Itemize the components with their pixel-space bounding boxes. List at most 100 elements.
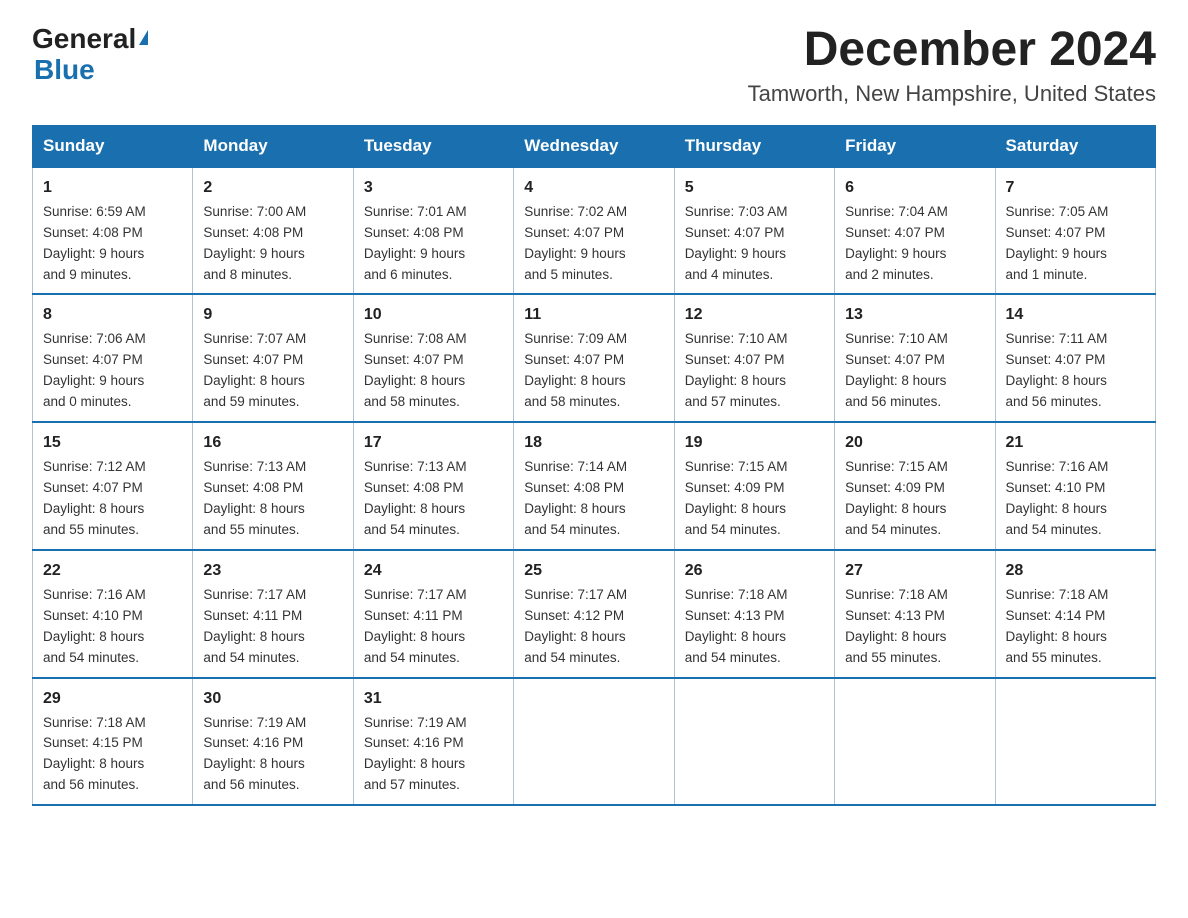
weekday-header-friday: Friday (835, 125, 995, 167)
day-info: Sunrise: 7:09 AMSunset: 4:07 PMDaylight:… (524, 329, 663, 413)
day-info: Sunrise: 7:16 AMSunset: 4:10 PMDaylight:… (43, 585, 182, 669)
day-info: Sunrise: 7:19 AMSunset: 4:16 PMDaylight:… (203, 713, 342, 797)
day-number: 25 (524, 559, 663, 583)
calendar-cell: 11Sunrise: 7:09 AMSunset: 4:07 PMDayligh… (514, 294, 674, 422)
day-info: Sunrise: 7:05 AMSunset: 4:07 PMDaylight:… (1006, 202, 1145, 286)
day-info: Sunrise: 7:10 AMSunset: 4:07 PMDaylight:… (845, 329, 984, 413)
location-subtitle: Tamworth, New Hampshire, United States (748, 81, 1156, 107)
day-number: 29 (43, 687, 182, 711)
day-info: Sunrise: 7:15 AMSunset: 4:09 PMDaylight:… (845, 457, 984, 541)
day-number: 11 (524, 303, 663, 327)
day-number: 31 (364, 687, 503, 711)
weekday-header-row: SundayMondayTuesdayWednesdayThursdayFrid… (33, 125, 1156, 167)
day-number: 1 (43, 176, 182, 200)
day-number: 20 (845, 431, 984, 455)
day-info: Sunrise: 7:17 AMSunset: 4:11 PMDaylight:… (203, 585, 342, 669)
calendar-cell: 10Sunrise: 7:08 AMSunset: 4:07 PMDayligh… (353, 294, 513, 422)
calendar-cell: 21Sunrise: 7:16 AMSunset: 4:10 PMDayligh… (995, 422, 1155, 550)
calendar-week-row: 8Sunrise: 7:06 AMSunset: 4:07 PMDaylight… (33, 294, 1156, 422)
day-info: Sunrise: 7:11 AMSunset: 4:07 PMDaylight:… (1006, 329, 1145, 413)
day-number: 30 (203, 687, 342, 711)
day-number: 15 (43, 431, 182, 455)
day-number: 4 (524, 176, 663, 200)
day-info: Sunrise: 7:08 AMSunset: 4:07 PMDaylight:… (364, 329, 503, 413)
calendar-table: SundayMondayTuesdayWednesdayThursdayFrid… (32, 125, 1156, 806)
calendar-cell: 20Sunrise: 7:15 AMSunset: 4:09 PMDayligh… (835, 422, 995, 550)
calendar-cell: 5Sunrise: 7:03 AMSunset: 4:07 PMDaylight… (674, 167, 834, 295)
day-number: 14 (1006, 303, 1145, 327)
day-info: Sunrise: 7:07 AMSunset: 4:07 PMDaylight:… (203, 329, 342, 413)
weekday-header-thursday: Thursday (674, 125, 834, 167)
weekday-header-sunday: Sunday (33, 125, 193, 167)
day-info: Sunrise: 7:03 AMSunset: 4:07 PMDaylight:… (685, 202, 824, 286)
day-number: 22 (43, 559, 182, 583)
calendar-week-row: 1Sunrise: 6:59 AMSunset: 4:08 PMDaylight… (33, 167, 1156, 295)
day-info: Sunrise: 7:18 AMSunset: 4:15 PMDaylight:… (43, 713, 182, 797)
calendar-cell: 19Sunrise: 7:15 AMSunset: 4:09 PMDayligh… (674, 422, 834, 550)
calendar-cell: 13Sunrise: 7:10 AMSunset: 4:07 PMDayligh… (835, 294, 995, 422)
calendar-cell: 26Sunrise: 7:18 AMSunset: 4:13 PMDayligh… (674, 550, 834, 678)
calendar-cell: 3Sunrise: 7:01 AMSunset: 4:08 PMDaylight… (353, 167, 513, 295)
day-number: 2 (203, 176, 342, 200)
day-number: 7 (1006, 176, 1145, 200)
day-info: Sunrise: 7:17 AMSunset: 4:11 PMDaylight:… (364, 585, 503, 669)
calendar-cell: 2Sunrise: 7:00 AMSunset: 4:08 PMDaylight… (193, 167, 353, 295)
calendar-cell: 30Sunrise: 7:19 AMSunset: 4:16 PMDayligh… (193, 678, 353, 806)
calendar-cell: 25Sunrise: 7:17 AMSunset: 4:12 PMDayligh… (514, 550, 674, 678)
logo-general-text: General (32, 24, 136, 55)
day-number: 5 (685, 176, 824, 200)
day-number: 18 (524, 431, 663, 455)
day-number: 3 (364, 176, 503, 200)
calendar-cell: 14Sunrise: 7:11 AMSunset: 4:07 PMDayligh… (995, 294, 1155, 422)
day-info: Sunrise: 7:18 AMSunset: 4:14 PMDaylight:… (1006, 585, 1145, 669)
day-info: Sunrise: 7:18 AMSunset: 4:13 PMDaylight:… (685, 585, 824, 669)
day-number: 9 (203, 303, 342, 327)
calendar-cell: 16Sunrise: 7:13 AMSunset: 4:08 PMDayligh… (193, 422, 353, 550)
day-info: Sunrise: 7:00 AMSunset: 4:08 PMDaylight:… (203, 202, 342, 286)
calendar-cell (835, 678, 995, 806)
calendar-cell: 9Sunrise: 7:07 AMSunset: 4:07 PMDaylight… (193, 294, 353, 422)
calendar-cell: 28Sunrise: 7:18 AMSunset: 4:14 PMDayligh… (995, 550, 1155, 678)
day-info: Sunrise: 7:14 AMSunset: 4:08 PMDaylight:… (524, 457, 663, 541)
day-number: 12 (685, 303, 824, 327)
calendar-cell: 29Sunrise: 7:18 AMSunset: 4:15 PMDayligh… (33, 678, 193, 806)
day-info: Sunrise: 7:12 AMSunset: 4:07 PMDaylight:… (43, 457, 182, 541)
calendar-cell (674, 678, 834, 806)
calendar-cell: 22Sunrise: 7:16 AMSunset: 4:10 PMDayligh… (33, 550, 193, 678)
day-info: Sunrise: 7:06 AMSunset: 4:07 PMDaylight:… (43, 329, 182, 413)
calendar-cell: 1Sunrise: 6:59 AMSunset: 4:08 PMDaylight… (33, 167, 193, 295)
day-number: 28 (1006, 559, 1145, 583)
calendar-cell: 8Sunrise: 7:06 AMSunset: 4:07 PMDaylight… (33, 294, 193, 422)
calendar-cell: 27Sunrise: 7:18 AMSunset: 4:13 PMDayligh… (835, 550, 995, 678)
day-number: 10 (364, 303, 503, 327)
weekday-header-wednesday: Wednesday (514, 125, 674, 167)
day-number: 24 (364, 559, 503, 583)
calendar-cell: 18Sunrise: 7:14 AMSunset: 4:08 PMDayligh… (514, 422, 674, 550)
logo: General Blue (32, 24, 148, 86)
day-info: Sunrise: 7:01 AMSunset: 4:08 PMDaylight:… (364, 202, 503, 286)
page-header: General Blue December 2024 Tamworth, New… (32, 24, 1156, 107)
day-number: 27 (845, 559, 984, 583)
day-number: 8 (43, 303, 182, 327)
day-number: 26 (685, 559, 824, 583)
day-info: Sunrise: 7:13 AMSunset: 4:08 PMDaylight:… (203, 457, 342, 541)
logo-blue-text: Blue (34, 55, 95, 86)
calendar-cell: 12Sunrise: 7:10 AMSunset: 4:07 PMDayligh… (674, 294, 834, 422)
calendar-cell: 7Sunrise: 7:05 AMSunset: 4:07 PMDaylight… (995, 167, 1155, 295)
calendar-cell: 4Sunrise: 7:02 AMSunset: 4:07 PMDaylight… (514, 167, 674, 295)
calendar-cell (514, 678, 674, 806)
day-info: Sunrise: 7:16 AMSunset: 4:10 PMDaylight:… (1006, 457, 1145, 541)
calendar-cell (995, 678, 1155, 806)
day-number: 19 (685, 431, 824, 455)
weekday-header-monday: Monday (193, 125, 353, 167)
day-info: Sunrise: 7:13 AMSunset: 4:08 PMDaylight:… (364, 457, 503, 541)
calendar-cell: 6Sunrise: 7:04 AMSunset: 4:07 PMDaylight… (835, 167, 995, 295)
calendar-cell: 17Sunrise: 7:13 AMSunset: 4:08 PMDayligh… (353, 422, 513, 550)
month-title: December 2024 (748, 24, 1156, 77)
day-info: Sunrise: 7:18 AMSunset: 4:13 PMDaylight:… (845, 585, 984, 669)
day-number: 21 (1006, 431, 1145, 455)
weekday-header-saturday: Saturday (995, 125, 1155, 167)
day-info: Sunrise: 7:02 AMSunset: 4:07 PMDaylight:… (524, 202, 663, 286)
day-info: Sunrise: 7:10 AMSunset: 4:07 PMDaylight:… (685, 329, 824, 413)
calendar-cell: 24Sunrise: 7:17 AMSunset: 4:11 PMDayligh… (353, 550, 513, 678)
